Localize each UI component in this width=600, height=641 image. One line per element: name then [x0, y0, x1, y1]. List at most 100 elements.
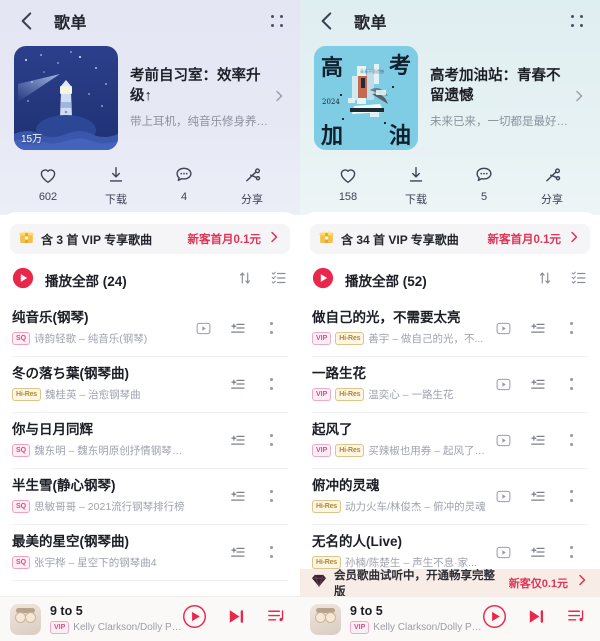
- chevron-right-icon: [267, 230, 281, 249]
- song-more-icon[interactable]: [554, 376, 588, 392]
- add-to-playlist-icon[interactable]: [220, 431, 254, 450]
- player-controls: [482, 604, 590, 634]
- mv-icon[interactable]: [486, 320, 520, 337]
- playlist-queue-icon[interactable]: [566, 606, 587, 632]
- playlist-cover[interactable]: 高 考加 油 2024 青春不留遗憾: [314, 46, 418, 150]
- now-playing-info: 9 to 5 VIPKelly Clarkson/Dolly Parton: [50, 604, 182, 634]
- song-more-icon[interactable]: [554, 432, 588, 448]
- back-icon[interactable]: [14, 8, 40, 34]
- song-row[interactable]: 最美的星空(钢琴曲) SQ 张宇桦 – 星空下的钢琴曲4: [12, 524, 288, 580]
- vip-promo-bar[interactable]: 含 34 首 VIP 专享歌曲 新客首月0.1元: [310, 224, 590, 254]
- song-more-icon[interactable]: [554, 488, 588, 504]
- action-heart[interactable]: 602: [14, 164, 82, 207]
- sort-icon[interactable]: [520, 269, 554, 292]
- mini-player[interactable]: 9 to 5 VIPKelly Clarkson/Dolly Parton: [0, 596, 300, 641]
- vip-preview-cta[interactable]: 新客仅0.1元: [509, 575, 568, 591]
- playlist-header[interactable]: 15万 考前自习室：效率升级↑ 带上耳机，纯音乐修身养性...: [14, 46, 286, 150]
- song-actions: [486, 375, 588, 394]
- song-badge-vip: VIP: [312, 332, 332, 346]
- song-info: 冬の落ち葉(钢琴曲) Hi-Res 魏桂英 – 治愈钢琴曲: [12, 366, 186, 402]
- song-title: 无名的人(Live): [312, 533, 403, 549]
- song-row[interactable]: 俯冲的灵魂 Hi-Res 动力火车/林俊杰 – 俯冲的灵魂: [312, 468, 588, 524]
- playlist-queue-icon[interactable]: [266, 606, 287, 632]
- now-playing-title: 9 to 5: [50, 604, 83, 618]
- play-all-button[interactable]: [12, 267, 34, 294]
- add-to-playlist-icon[interactable]: [520, 487, 554, 506]
- back-icon[interactable]: [314, 8, 340, 34]
- action-heart[interactable]: 158: [314, 164, 382, 207]
- add-to-playlist-icon[interactable]: [520, 319, 554, 338]
- play-all-button[interactable]: [312, 267, 334, 294]
- playlist-meta[interactable]: 考前自习室：效率升级↑ 带上耳机，纯音乐修身养性...: [130, 67, 286, 128]
- song-row[interactable]: 起风了 VIP Hi-Res 买辣椒也用券 – 起风了(...: [312, 412, 588, 468]
- vip-promo-cta[interactable]: 新客首月0.1元: [188, 231, 262, 247]
- more-grid-icon[interactable]: [268, 12, 286, 30]
- action-label: 分享: [541, 194, 563, 206]
- mv-icon[interactable]: [486, 488, 520, 505]
- playlist-cover[interactable]: 15万: [14, 46, 118, 150]
- song-row[interactable]: 纯音乐(钢琴) SQ 诗韵轻歌 – 纯音乐(钢琴): [12, 300, 288, 356]
- multiselect-icon[interactable]: [554, 269, 588, 292]
- mv-icon[interactable]: [486, 544, 520, 561]
- song-actions: [486, 487, 588, 506]
- action-share[interactable]: 分享: [518, 164, 586, 207]
- vip-preview-banner[interactable]: 会员歌曲试听中，开通畅享完整版 新客仅0.1元: [300, 569, 600, 598]
- heart-icon: [337, 164, 359, 186]
- add-to-playlist-icon[interactable]: [220, 319, 254, 338]
- vip-promo-cta[interactable]: 新客首月0.1元: [488, 231, 562, 247]
- action-label: 5: [480, 191, 488, 203]
- action-row: 602 下载 4 分享: [14, 164, 286, 207]
- vip-promo-bar[interactable]: 含 3 首 VIP 专享歌曲 新客首月0.1元: [10, 224, 290, 254]
- song-row[interactable]: 半生雪(静心钢琴) SQ 思敏哥哥 – 2021流行钢琴排行榜: [12, 468, 288, 524]
- play-circle-icon[interactable]: [182, 604, 207, 634]
- song-row[interactable]: 你与日月同辉 SQ魏东明 – 魏东明原创抒情钢琴曲200首: [12, 412, 288, 468]
- add-to-playlist-icon[interactable]: [220, 375, 254, 394]
- playlist-meta[interactable]: 高考加油站：青春不留遗憾 未来已来，一切都是最好的...: [430, 67, 586, 128]
- song-more-icon[interactable]: [554, 320, 588, 336]
- action-share[interactable]: 分享: [218, 164, 286, 207]
- song-more-icon[interactable]: [554, 544, 588, 560]
- chevron-right-icon[interactable]: [272, 89, 286, 108]
- song-info: 无名的人(Live) Hi-Res 孙楠/陈楚生 – 声生不息·家...: [312, 534, 486, 570]
- add-to-playlist-icon[interactable]: [520, 543, 554, 562]
- add-to-playlist-icon[interactable]: [220, 487, 254, 506]
- share-icon: [241, 164, 263, 186]
- playlist-header[interactable]: 高 考加 油 2024 青春不留遗憾 高考加油站：青春不留遗憾 未来已来，一切都是最好的..…: [314, 46, 586, 150]
- next-icon[interactable]: [526, 606, 547, 632]
- song-row[interactable]: 做自己的光，不需要太亮 VIP Hi-Res 善宇 – 做自己的光，不...: [312, 300, 588, 356]
- add-to-playlist-icon[interactable]: [520, 375, 554, 394]
- next-icon[interactable]: [226, 606, 247, 632]
- action-download[interactable]: 下载: [382, 164, 450, 207]
- mv-icon[interactable]: [186, 320, 220, 337]
- more-grid-icon[interactable]: [568, 12, 586, 30]
- now-playing-artwork[interactable]: [10, 603, 41, 635]
- action-download[interactable]: 下载: [82, 164, 150, 207]
- mini-player[interactable]: 9 to 5 VIPKelly Clarkson/Dolly Parton: [300, 596, 600, 641]
- song-title: 起风了: [312, 421, 353, 437]
- play-all-row[interactable]: 播放全部 (24): [0, 260, 300, 300]
- mv-icon[interactable]: [486, 432, 520, 449]
- add-to-playlist-icon[interactable]: [220, 543, 254, 562]
- chevron-right-icon[interactable]: [572, 89, 586, 108]
- song-info: 你与日月同辉 SQ魏东明 – 魏东明原创抒情钢琴曲200首: [12, 422, 186, 458]
- mv-icon[interactable]: [486, 376, 520, 393]
- song-more-icon[interactable]: [254, 544, 288, 560]
- song-row[interactable]: 一路生花 VIP Hi-Res 温奕心 – 一路生花: [312, 356, 588, 412]
- play-circle-icon[interactable]: [482, 604, 507, 634]
- song-more-icon[interactable]: [254, 376, 288, 392]
- now-playing-artwork[interactable]: [310, 603, 341, 635]
- song-more-icon[interactable]: [254, 432, 288, 448]
- play-all-row[interactable]: 播放全部 (52): [300, 260, 600, 300]
- comment-icon: [473, 164, 495, 186]
- action-comment[interactable]: 4: [150, 164, 218, 207]
- vip-promo-text: 含 3 首 VIP 专享歌曲: [41, 232, 153, 247]
- play-all-label: 播放全部 (24): [45, 274, 127, 289]
- song-more-icon[interactable]: [254, 320, 288, 336]
- song-more-icon[interactable]: [254, 488, 288, 504]
- action-comment[interactable]: 5: [450, 164, 518, 207]
- song-row[interactable]: 冬の落ち葉(钢琴曲) Hi-Res 魏桂英 – 治愈钢琴曲: [12, 356, 288, 412]
- sort-icon[interactable]: [220, 269, 254, 292]
- multiselect-icon[interactable]: [254, 269, 288, 292]
- action-label: 4: [180, 191, 188, 203]
- add-to-playlist-icon[interactable]: [520, 431, 554, 450]
